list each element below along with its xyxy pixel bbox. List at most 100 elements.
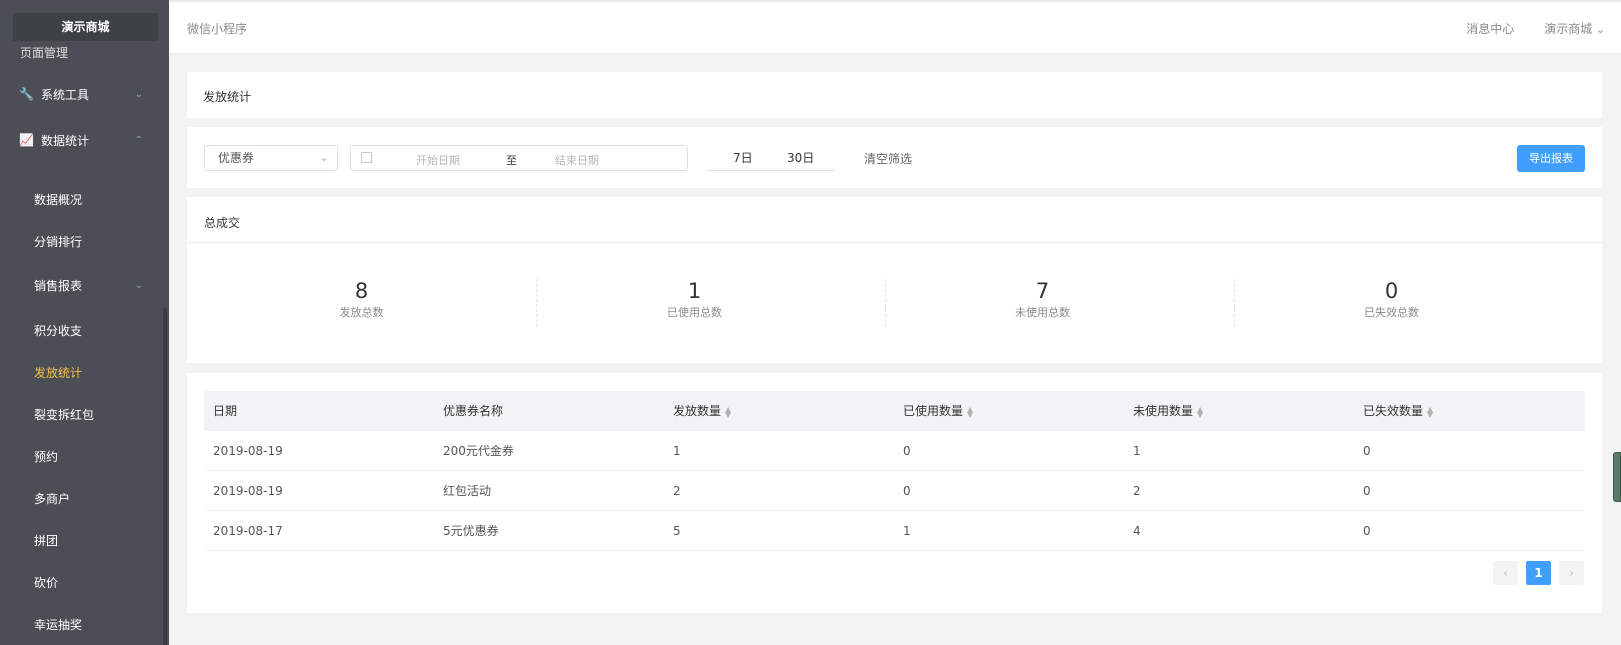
col-label: 已使用数量 bbox=[903, 404, 964, 418]
sidebar-item-distribution-rank[interactable]: 分销排行 bbox=[0, 222, 169, 262]
cell-date: 2019-08-19 bbox=[213, 484, 283, 498]
stat-issued: 8 发放总数 bbox=[187, 279, 536, 320]
pagination: ‹ 1 › bbox=[1493, 561, 1584, 585]
stat-expired: 0 已失效总数 bbox=[1217, 279, 1566, 320]
cell-unused: 1 bbox=[1133, 444, 1141, 458]
col-label: 发放数量 bbox=[673, 404, 722, 418]
page-button-current[interactable]: 1 bbox=[1526, 561, 1551, 585]
type-select-value: 优惠券 bbox=[218, 151, 255, 165]
chevron-down-icon: ⌄ bbox=[134, 88, 143, 100]
date-range-picker[interactable]: 开始日期 至 结束日期 bbox=[350, 145, 688, 171]
next-page-button[interactable]: › bbox=[1559, 561, 1584, 585]
stat-value: 1 bbox=[687, 279, 702, 303]
cell-used: 0 bbox=[903, 484, 911, 498]
sidebar-scrollbar[interactable] bbox=[163, 308, 167, 645]
sidebar: 页面管理 演示商城 🔧 系统工具 ⌄ 📈 数据统计 ⌃ 数据概况 分销排行 销售… bbox=[0, 0, 169, 645]
stat-unused: 7 未使用总数 bbox=[868, 279, 1217, 320]
sidebar-item-points[interactable]: 积分收支 bbox=[0, 311, 169, 351]
cell-date: 2019-08-17 bbox=[213, 524, 283, 538]
table-row: 2019-08-19 200元代金券 1 0 1 0 bbox=[204, 431, 1585, 471]
sort-icon[interactable]: ▲ ▼ bbox=[725, 405, 731, 418]
sidebar-item-issue-stats[interactable]: 发放统计 bbox=[0, 353, 169, 393]
export-report-button[interactable]: 导出报表 bbox=[1517, 145, 1585, 172]
sidebar-item-sales-report[interactable]: 销售报表 ⌄ bbox=[0, 266, 169, 306]
sidebar-group-data-stats[interactable]: 📈 数据统计 ⌃ bbox=[0, 120, 169, 160]
cell-date: 2019-08-19 bbox=[213, 444, 283, 458]
chevron-up-icon: ⌃ bbox=[134, 134, 143, 146]
type-select[interactable]: 优惠券 ⌄ bbox=[204, 145, 338, 171]
stat-label: 已使用总数 bbox=[667, 306, 722, 319]
col-unused[interactable]: 未使用数量 ▲ ▼ bbox=[1124, 391, 1354, 431]
sidebar-item-fission-redpack[interactable]: 裂变拆红包 bbox=[0, 395, 169, 435]
table-row: 2019-08-17 5元优惠券 5 1 4 0 bbox=[204, 511, 1585, 551]
cell-coupon-name: 200元代金券 bbox=[443, 444, 514, 458]
page-title-card: 发放统计 bbox=[187, 72, 1602, 118]
store-dropdown[interactable]: 演示商城 bbox=[1544, 20, 1605, 37]
sidebar-item-multi-merchant[interactable]: 多商户 bbox=[0, 479, 169, 519]
sidebar-item-group-buy[interactable]: 拼团 bbox=[0, 521, 169, 561]
top-header: 微信小程序 消息中心 演示商城 bbox=[169, 0, 1621, 54]
cell-issued: 2 bbox=[673, 484, 681, 498]
cell-expired: 0 bbox=[1363, 444, 1371, 458]
cell-issued: 5 bbox=[673, 524, 681, 538]
calendar-icon bbox=[361, 152, 372, 163]
cell-unused: 2 bbox=[1133, 484, 1141, 498]
stat-used: 1 已使用总数 bbox=[520, 279, 869, 320]
sidebar-item-data-overview[interactable]: 数据概况 bbox=[0, 180, 169, 220]
sort-icon[interactable]: ▲ ▼ bbox=[1427, 405, 1433, 418]
cell-used: 0 bbox=[903, 444, 911, 458]
cell-coupon-name: 红包活动 bbox=[443, 484, 492, 498]
chevron-down-icon: ⌄ bbox=[319, 151, 329, 164]
sidebar-item-label: 销售报表 bbox=[34, 279, 83, 293]
coupon-table: 日期 优惠券名称 发放数量 ▲ ▼ 已使用数量 ▲ ▼ 未使用数量 ▲ ▼ 已失效数量 ▲ ▼ … bbox=[204, 391, 1585, 551]
cell-expired: 0 bbox=[1363, 484, 1371, 498]
stat-value: 7 bbox=[1035, 279, 1050, 303]
sidebar-item-clipped[interactable]: 页面管理 bbox=[20, 44, 68, 61]
col-label: 未使用数量 bbox=[1133, 404, 1194, 418]
sidebar-item-bargain[interactable]: 砍价 bbox=[0, 563, 169, 603]
chevron-down-icon: ⌄ bbox=[134, 280, 143, 291]
sidebar-group-label: 数据统计 bbox=[41, 133, 90, 148]
totals-card: 总成交 8 发放总数 1 已使用总数 7 未使用总数 0 已失效总数 bbox=[187, 197, 1602, 363]
stats-row: 8 发放总数 1 已使用总数 7 未使用总数 0 已失效总数 bbox=[187, 243, 1602, 363]
floating-side-widget[interactable] bbox=[1613, 452, 1621, 502]
filter-bar: 优惠券 ⌄ 开始日期 至 结束日期 7日 30日 清空筛选 导出报表 bbox=[187, 127, 1602, 188]
prev-page-button[interactable]: ‹ bbox=[1493, 561, 1518, 585]
sidebar-group-label: 系统工具 bbox=[41, 87, 90, 102]
col-label: 已失效数量 bbox=[1363, 404, 1424, 418]
stat-label: 未使用总数 bbox=[1015, 306, 1070, 319]
cell-issued: 1 bbox=[673, 444, 681, 458]
sort-icon[interactable]: ▲ ▼ bbox=[1197, 405, 1203, 418]
stat-value: 8 bbox=[354, 279, 369, 303]
table-row: 2019-08-19 红包活动 2 0 2 0 bbox=[204, 471, 1585, 511]
cell-used: 1 bbox=[903, 524, 911, 538]
brand-logo[interactable]: 演示商城 bbox=[13, 13, 158, 41]
col-issued[interactable]: 发放数量 ▲ ▼ bbox=[664, 391, 894, 431]
quick-range-7-days[interactable]: 7日 bbox=[733, 149, 753, 166]
message-center-link[interactable]: 消息中心 bbox=[1466, 20, 1514, 37]
sort-icon[interactable]: ▲ ▼ bbox=[967, 405, 973, 418]
table-card: 日期 优惠券名称 发放数量 ▲ ▼ 已使用数量 ▲ ▼ 未使用数量 ▲ ▼ 已失效数量 ▲ ▼ … bbox=[187, 373, 1602, 613]
cell-coupon-name: 5元优惠券 bbox=[443, 524, 499, 538]
stat-value: 0 bbox=[1384, 279, 1399, 303]
wrench-icon: 🔧 bbox=[19, 87, 34, 101]
clear-filter-button[interactable]: 清空筛选 bbox=[864, 150, 912, 167]
sidebar-item-booking[interactable]: 预约 bbox=[0, 437, 169, 477]
cell-unused: 4 bbox=[1133, 524, 1141, 538]
totals-title: 总成交 bbox=[187, 197, 1602, 243]
start-date-input[interactable]: 开始日期 bbox=[416, 152, 460, 168]
table-header: 日期 优惠券名称 发放数量 ▲ ▼ 已使用数量 ▲ ▼ 未使用数量 ▲ ▼ 已失效数量 ▲ ▼ bbox=[204, 391, 1585, 431]
col-expired[interactable]: 已失效数量 ▲ ▼ bbox=[1354, 391, 1584, 431]
stat-label: 发放总数 bbox=[339, 306, 384, 319]
col-date: 日期 bbox=[213, 404, 238, 418]
sidebar-group-system-tools[interactable]: 🔧 系统工具 ⌄ bbox=[0, 74, 169, 114]
stat-label: 已失效总数 bbox=[1364, 306, 1419, 319]
sidebar-item-lucky-draw[interactable]: 幸运抽奖 bbox=[0, 605, 169, 645]
col-used[interactable]: 已使用数量 ▲ ▼ bbox=[894, 391, 1124, 431]
end-date-input[interactable]: 结束日期 bbox=[555, 152, 599, 168]
quick-range-30-days[interactable]: 30日 bbox=[787, 149, 814, 166]
line-chart-icon: 📈 bbox=[19, 133, 34, 147]
col-coupon-name: 优惠券名称 bbox=[443, 404, 504, 418]
cell-expired: 0 bbox=[1363, 524, 1371, 538]
page-title: 发放统计 bbox=[203, 90, 252, 104]
